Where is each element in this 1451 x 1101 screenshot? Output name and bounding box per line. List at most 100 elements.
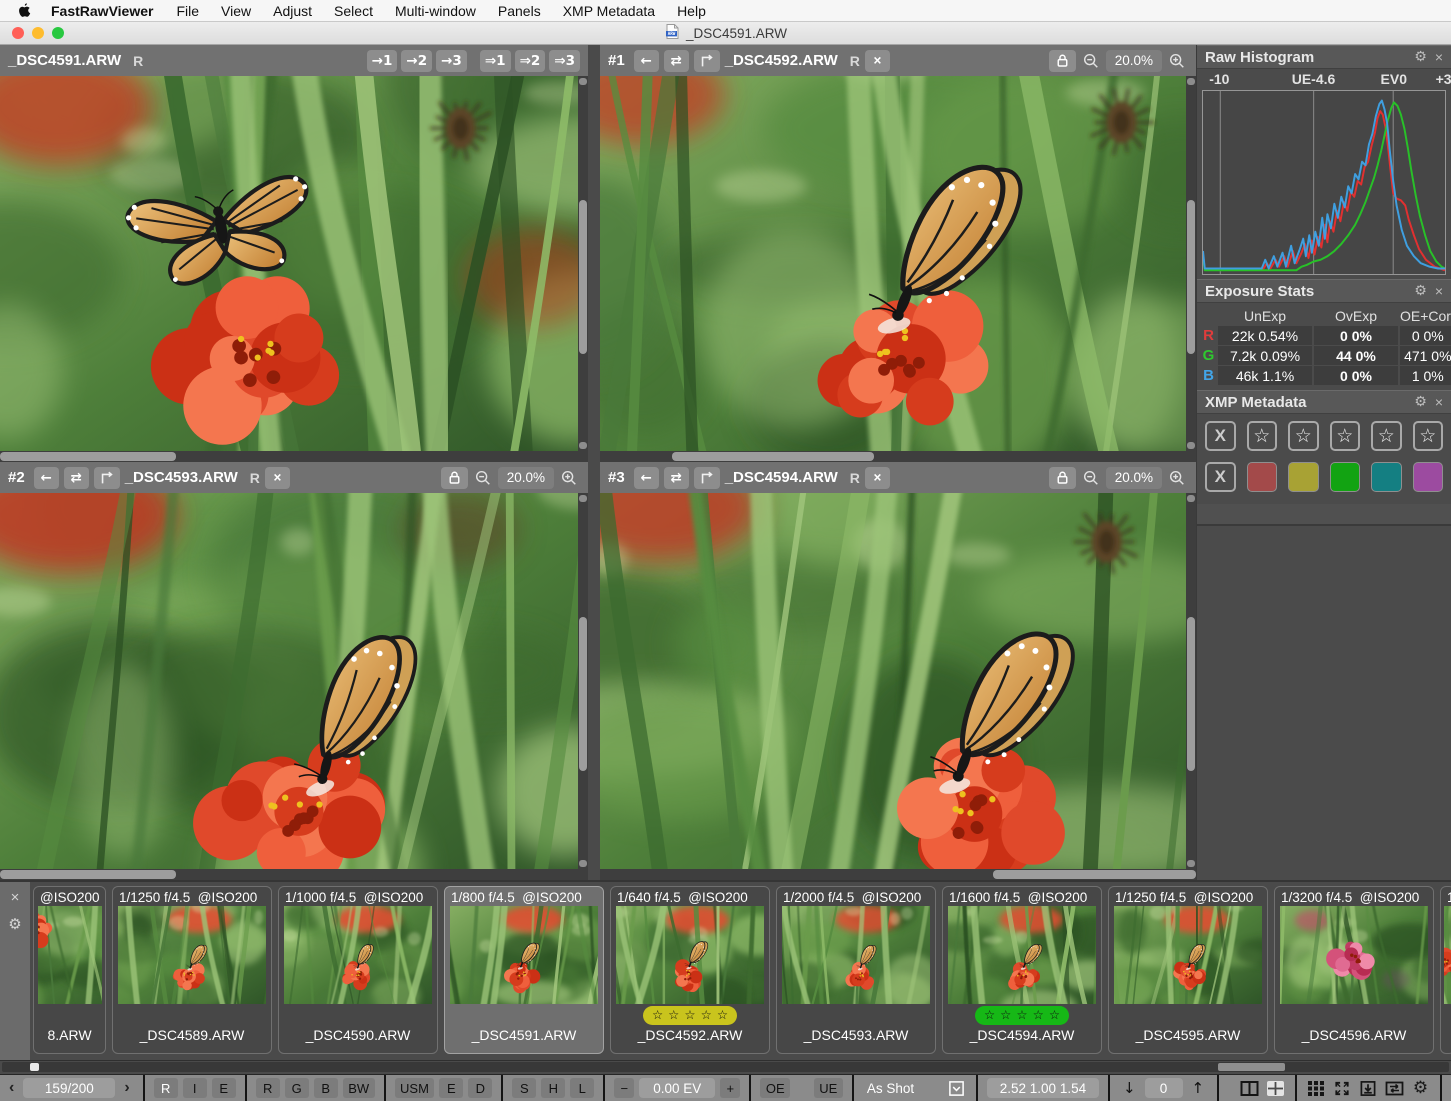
rating-star-button-2[interactable]: ☆ — [1288, 421, 1319, 451]
zoom-in-icon[interactable] — [558, 467, 580, 489]
swap-images-button[interactable]: ⇄ — [664, 467, 689, 489]
rating-star-button-4[interactable]: ☆ — [1371, 421, 1402, 451]
status-toggle-oe[interactable]: OE — [760, 1078, 790, 1098]
histogram-close-icon[interactable]: × — [1435, 50, 1443, 64]
zoom-lock-button[interactable] — [1049, 50, 1076, 72]
thumbnail-photo[interactable] — [284, 906, 432, 1004]
status-toggle-i-0[interactable]: I — [183, 1078, 207, 1098]
filmstrip-thumbnail[interactable]: @ISO200 8.ARW — [33, 886, 106, 1054]
status-toggle-r-1[interactable]: R — [256, 1078, 280, 1098]
thumbnail-photo[interactable] — [948, 906, 1096, 1004]
minimize-window-button[interactable] — [32, 27, 44, 39]
rotate-down-arrow[interactable]: ↓ — [1119, 1079, 1140, 1097]
xmp-settings-gear-icon[interactable]: ⚙ — [1414, 395, 1427, 409]
clear-rating-button[interactable]: X — [1205, 421, 1236, 451]
photo-dsc4594[interactable] — [600, 493, 1196, 869]
status-toggle-bw-1[interactable]: BW — [343, 1078, 375, 1098]
status-toggle-ue[interactable]: UE — [814, 1078, 843, 1098]
zoom-lock-button[interactable] — [441, 467, 468, 489]
status-toggle-usm-2[interactable]: USM — [395, 1078, 435, 1098]
filmstrip-thumbnail[interactable]: 1/3200 f/4.5 @ISO200 _DSC4596.ARW — [1274, 886, 1434, 1054]
settings-gear-icon[interactable]: ⚙ — [1410, 1077, 1431, 1099]
rotate-up-arrow[interactable]: ↑ — [1188, 1079, 1209, 1097]
menu-xmp-metadata[interactable]: XMP Metadata — [552, 3, 666, 19]
thumbnail-photo[interactable] — [450, 906, 598, 1004]
color-label-button-2[interactable] — [1288, 462, 1318, 492]
menu-view[interactable]: View — [210, 3, 262, 19]
color-label-button-1[interactable] — [1247, 462, 1277, 492]
menu-select[interactable]: Select — [323, 3, 384, 19]
zoom-lock-button[interactable] — [1049, 467, 1076, 489]
status-toggle-e-2[interactable]: E — [439, 1078, 463, 1098]
forward-to-pane-2-button[interactable]: →2 — [401, 50, 432, 72]
status-toggle-r-0[interactable]: R — [154, 1078, 178, 1098]
color-label-button-5[interactable] — [1413, 462, 1443, 492]
horizontal-scrollbar[interactable] — [600, 869, 1196, 880]
back-arrow-button[interactable]: ← — [634, 467, 659, 489]
status-toggle-h-3[interactable]: H — [541, 1078, 565, 1098]
thumbnail-photo[interactable] — [1444, 906, 1451, 1004]
zoom-out-icon[interactable] — [1080, 50, 1102, 72]
white-balance-preset[interactable]: As Shot — [863, 1081, 941, 1096]
thumbnail-photo[interactable] — [1114, 906, 1262, 1004]
close-window-button[interactable] — [12, 27, 24, 39]
close-pane-button[interactable]: × — [865, 467, 890, 489]
filmstrip-settings-gear-icon[interactable]: ⚙ — [8, 917, 21, 932]
filmstrip-thumbnail[interactable]: 1/1600 f/4.5 @ISO200 ☆☆☆☆☆ _DSC4594.ARW — [942, 886, 1102, 1054]
arw-document-icon[interactable]: ARW — [664, 23, 681, 43]
panel-transfer-icon[interactable] — [1384, 1077, 1405, 1099]
rating-star-button-1[interactable]: ☆ — [1247, 421, 1278, 451]
swap-images-button[interactable]: ⇄ — [664, 50, 689, 72]
exposure-settings-gear-icon[interactable]: ⚙ — [1414, 284, 1427, 298]
zoom-in-icon[interactable] — [1166, 50, 1188, 72]
status-toggle-g-1[interactable]: G — [285, 1078, 309, 1098]
color-label-button-3[interactable] — [1330, 462, 1360, 492]
photo-dsc4592[interactable] — [600, 76, 1196, 451]
close-pane-button[interactable]: × — [265, 467, 290, 489]
xmp-close-icon[interactable]: × — [1435, 395, 1443, 409]
photo-dsc4591[interactable] — [0, 76, 588, 451]
horizontal-scrollbar[interactable] — [600, 451, 1196, 462]
close-pane-button[interactable]: × — [865, 50, 890, 72]
ev-minus-button[interactable]: − — [614, 1078, 634, 1098]
forward-to-pane-3-button[interactable]: →3 — [436, 50, 467, 72]
menu-panels[interactable]: Panels — [487, 3, 552, 19]
filmstrip-thumbnail[interactable]: 1/2000 f/4.5 @ISO200 _DSC4593.ARW — [776, 886, 936, 1054]
photo-dsc4593[interactable] — [0, 493, 588, 869]
filmstrip-thumbnail[interactable]: 1/1000 f/4.5 @ISO200 _DSC4590.ARW — [278, 886, 438, 1054]
forward-to-pane-1-button[interactable]: →1 — [367, 50, 398, 72]
back-arrow-button[interactable]: ← — [34, 467, 59, 489]
menu-file[interactable]: File — [165, 3, 210, 19]
zoom-window-button[interactable] — [52, 27, 64, 39]
four-pane-view-icon[interactable] — [1265, 1077, 1286, 1099]
horizontal-scrollbar[interactable] — [0, 869, 588, 880]
thumbnail-photo[interactable] — [782, 906, 930, 1004]
thumbnail-photo[interactable] — [38, 906, 102, 1004]
status-toggle-e-0[interactable]: E — [212, 1078, 236, 1098]
fullscreen-fit-icon[interactable] — [1332, 1077, 1353, 1099]
orientation-button[interactable] — [694, 467, 720, 489]
vertical-scrollbar[interactable] — [1186, 76, 1196, 451]
grid-thumbnails-icon[interactable] — [1306, 1077, 1327, 1099]
clear-color-label-button[interactable]: X — [1205, 462, 1236, 492]
status-toggle-s-3[interactable]: S — [512, 1078, 536, 1098]
apple-icon[interactable] — [18, 3, 31, 18]
horizontal-scrollbar[interactable] — [0, 451, 588, 462]
thumbnail-photo[interactable] — [1280, 906, 1428, 1004]
filmstrip-thumbnail[interactable]: 1/800 f/4.5 @ISO200 _DSC4591.ARW — [444, 886, 604, 1054]
filmstrip-close-icon[interactable]: × — [11, 890, 20, 905]
vertical-scrollbar[interactable] — [1186, 493, 1196, 869]
send-to-pane-1-button[interactable]: ⇒1 — [480, 50, 511, 72]
histogram-settings-gear-icon[interactable]: ⚙ — [1414, 50, 1427, 64]
zoom-out-icon[interactable] — [1080, 467, 1102, 489]
thumbnail-photo[interactable] — [118, 906, 266, 1004]
send-to-pane-3-button[interactable]: ⇒3 — [549, 50, 580, 72]
vertical-scrollbar[interactable] — [578, 76, 588, 451]
two-pane-view-icon[interactable] — [1239, 1077, 1260, 1099]
previous-file-button[interactable]: ‹ — [5, 1079, 18, 1097]
vertical-scrollbar[interactable] — [578, 493, 588, 869]
color-label-button-4[interactable] — [1371, 462, 1401, 492]
back-arrow-button[interactable]: ← — [634, 50, 659, 72]
filmstrip-scrollbar-thumb[interactable] — [1218, 1063, 1285, 1071]
thumbnail-photo[interactable] — [616, 906, 764, 1004]
